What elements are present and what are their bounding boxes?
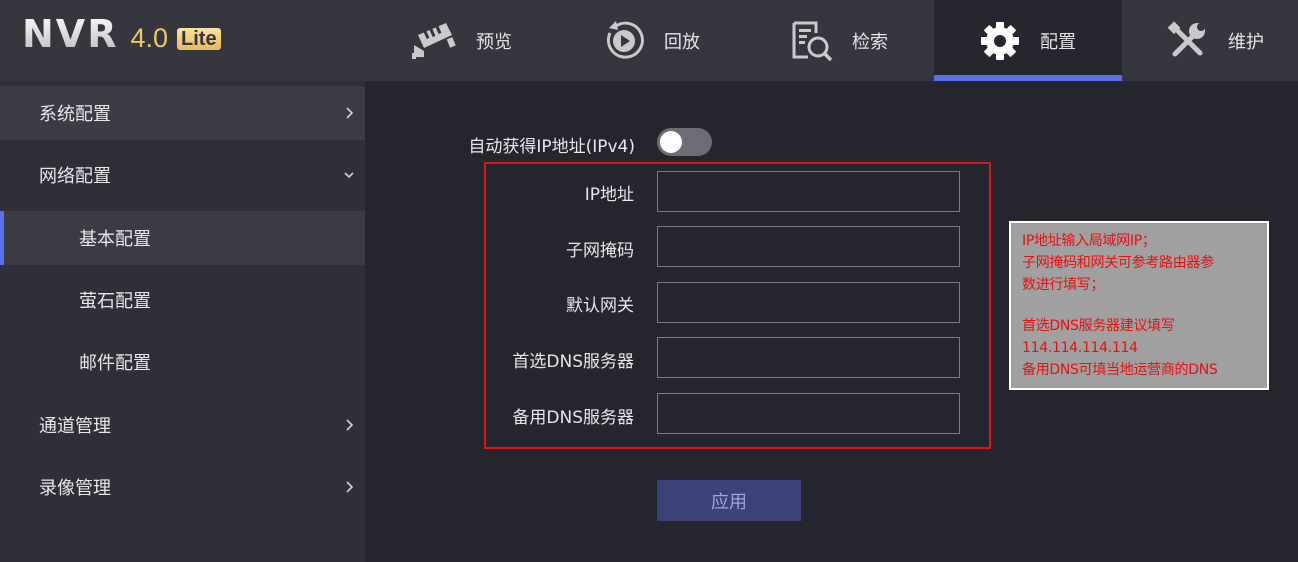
annotation-note: IP地址输入局域网IP； 子网掩码和网关可参考路由器参 数进行填写； 首选DNS… xyxy=(1009,221,1269,390)
nav-search-label: 检索 xyxy=(852,31,888,53)
sidebar-item-system-config[interactable]: 系统配置 xyxy=(0,86,365,140)
nav-playback[interactable]: 回放 xyxy=(558,0,746,81)
note-line: 备用DNS可填当地运营商的DNS xyxy=(1022,362,1218,378)
nav-config-label: 配置 xyxy=(1040,31,1076,53)
playback-icon xyxy=(598,19,650,63)
tools-icon xyxy=(1162,19,1214,63)
sidebar-item-label: 通道管理 xyxy=(39,416,111,437)
sidebar-item-label: 萤石配置 xyxy=(79,291,151,312)
note-line: 首选DNS服务器建议填写 xyxy=(1022,318,1175,334)
nav-preview-label: 预览 xyxy=(476,31,512,53)
default-gateway-label: 默认网关 xyxy=(566,296,634,316)
subnet-mask-label: 子网掩码 xyxy=(566,241,634,261)
sidebar-item-label: 录像管理 xyxy=(39,478,111,499)
apply-button[interactable]: 应用 xyxy=(657,480,801,521)
camera-icon xyxy=(410,19,462,63)
note-spacer xyxy=(1022,296,1257,315)
sidebar-item-label: 网络配置 xyxy=(39,166,111,187)
sidebar: 系统配置 网络配置 基本配置 萤石配置 邮件配置 通道管理 录像管理 xyxy=(0,81,365,562)
preferred-dns-field[interactable] xyxy=(657,337,960,378)
nav-search[interactable]: 检索 xyxy=(746,0,934,81)
note-line: 数进行填写； xyxy=(1022,277,1105,293)
dhcp-toggle[interactable] xyxy=(657,128,712,156)
nav-playback-label: 回放 xyxy=(664,31,700,53)
main-nav: 预览 回放 检索 配置 维护 xyxy=(370,0,1298,81)
note-line: 子网掩码和网关可参考路由器参 xyxy=(1022,255,1214,271)
alternate-dns-field[interactable] xyxy=(657,393,960,434)
default-gateway-field[interactable] xyxy=(657,282,960,323)
toggle-knob xyxy=(660,131,682,153)
chevron-right-icon xyxy=(346,107,354,119)
nav-maintenance-label: 维护 xyxy=(1228,31,1264,53)
alternate-dns-label: 备用DNS服务器 xyxy=(512,408,634,428)
brand-edition-badge: Lite xyxy=(177,28,221,50)
ip-address-field[interactable] xyxy=(657,171,960,212)
nav-preview[interactable]: 预览 xyxy=(370,0,558,81)
ip-address-label: IP地址 xyxy=(584,185,634,205)
note-line: 114.114.114.114 xyxy=(1022,340,1138,356)
sidebar-item-channel-management[interactable]: 通道管理 xyxy=(0,398,365,452)
search-file-icon xyxy=(786,19,838,63)
note-line: IP地址输入局域网IP； xyxy=(1022,233,1156,249)
sidebar-item-recording-management[interactable]: 录像管理 xyxy=(0,460,365,514)
nav-config[interactable]: 配置 xyxy=(934,0,1122,81)
nav-maintenance[interactable]: 维护 xyxy=(1122,0,1298,81)
preferred-dns-label: 首选DNS服务器 xyxy=(512,352,634,372)
chevron-right-icon xyxy=(346,481,354,493)
brand-logo: NVR 4.0 Lite xyxy=(22,12,221,56)
sidebar-item-label: 邮件配置 xyxy=(79,353,151,374)
sidebar-item-basic-config[interactable]: 基本配置 xyxy=(0,211,365,265)
dhcp-label: 自动获得IP地址(IPv4) xyxy=(468,137,635,157)
gear-icon xyxy=(974,19,1026,63)
brand-version: 4.0 xyxy=(130,23,169,53)
sidebar-item-label: 系统配置 xyxy=(39,104,111,125)
sidebar-item-ezviz-config[interactable]: 萤石配置 xyxy=(0,273,365,327)
sidebar-item-label: 基本配置 xyxy=(79,229,151,250)
chevron-right-icon xyxy=(346,419,354,431)
subnet-mask-field[interactable] xyxy=(657,226,960,267)
sidebar-item-network-config[interactable]: 网络配置 xyxy=(0,148,365,202)
chevron-down-icon xyxy=(344,172,354,179)
top-header: NVR 4.0 Lite 预览 回放 检索 配置 维护 xyxy=(0,0,1298,81)
sidebar-item-email-config[interactable]: 邮件配置 xyxy=(0,335,365,389)
brand-name: NVR xyxy=(22,12,119,56)
